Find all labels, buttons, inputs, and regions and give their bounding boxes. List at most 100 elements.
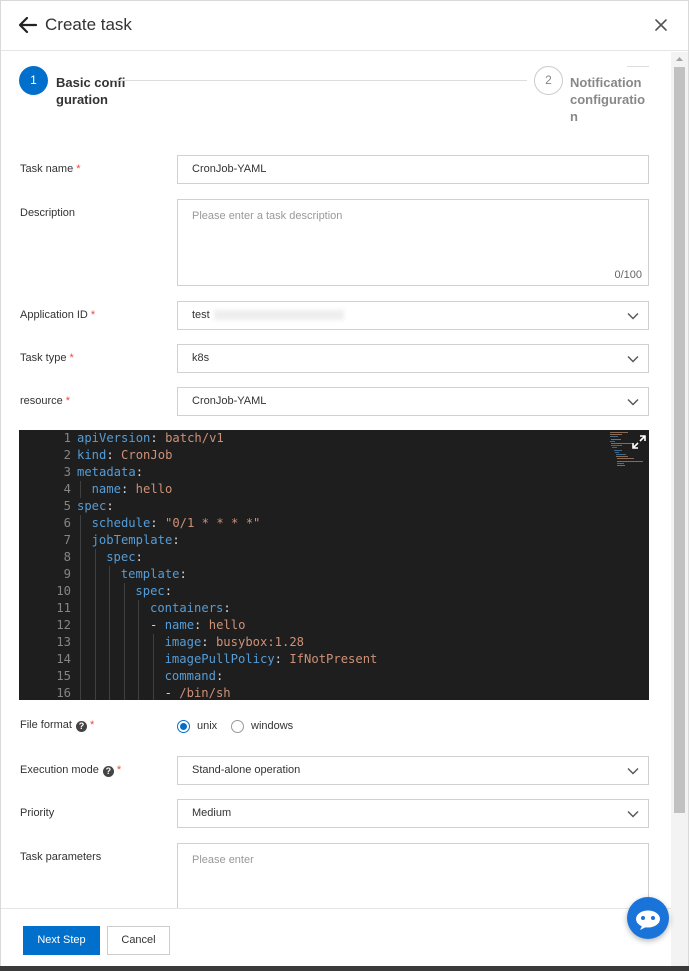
editor-line[interactable]: 5 spec: [19,498,599,515]
code-text: spec: [135,584,173,598]
chevron-down-icon [627,313,639,320]
task-parameters-label: Task parameters [20,851,102,863]
indent-guide [80,668,81,685]
help-icon[interactable]: ? [102,766,114,777]
resource-select[interactable]: CronJob-YAML [177,387,649,416]
radio-unix[interactable] [177,720,190,733]
step-connector-tail [627,66,649,67]
step-2-label: Notification configuration [570,75,646,124]
chat-bot-icon [636,910,660,930]
application-id-label: Application ID * [20,309,96,321]
task-name-input[interactable]: CronJob-YAML [177,155,649,184]
radio-windows-label[interactable]: windows [251,720,293,733]
code-text: containers: [150,601,231,615]
editor-line[interactable]: 11 containers: [19,600,599,617]
editor-line[interactable]: 10 spec: [19,583,599,600]
editor-minimap[interactable] [604,430,649,700]
editor-line[interactable]: 6 schedule: "0/1 * * * *" [19,515,599,532]
minimap-line [616,454,626,455]
editor-line[interactable]: 9 template: [19,566,599,583]
code-text: kind: CronJob [77,448,173,462]
code-text: spec: [77,499,114,513]
task-type-select[interactable]: k8s [177,344,649,373]
line-number: 10 [56,584,71,598]
editor-line[interactable]: 3 metadata: [19,464,599,481]
execution-mode-select[interactable]: Stand-alone operation [177,756,649,785]
radio-unix-label[interactable]: unix [197,720,217,733]
fullscreen-expand-icon[interactable] [631,434,647,450]
indent-guide [138,600,140,617]
indent-guide [80,617,81,634]
editor-line[interactable]: 8 spec: [19,549,599,566]
priority-select[interactable]: Medium [177,799,649,828]
yaml-code-editor[interactable]: 1 apiVersion: batch/v1 2 kind: CronJob 3 meta… [19,430,649,700]
editor-line[interactable]: 12 - name: hello [19,617,599,634]
indent-guide [80,583,81,600]
line-number: 3 [63,465,71,479]
cancel-button[interactable]: Cancel [107,926,170,955]
indent-guide [109,617,111,634]
indent-guide [80,515,81,532]
minimap-line [613,449,622,451]
chat-assistant-button[interactable] [627,897,669,939]
editor-line[interactable]: 4 name: hello [19,481,599,498]
description-char-counter: 0/100 [614,269,642,281]
scroll-up-arrow-icon[interactable] [671,52,688,66]
minimap-line [617,462,625,464]
dialog-title: Create task [45,15,132,34]
chevron-down-icon [627,768,639,775]
description-placeholder: Please enter a task description [192,210,343,222]
minimap-line [617,460,644,462]
line-number: 4 [63,482,71,496]
editor-line[interactable]: 16 - /bin/sh [19,685,599,700]
indent-guide [138,634,140,651]
editor-line[interactable]: 2 kind: CronJob [19,447,599,464]
chevron-down-icon [627,399,639,406]
resource-label: resource * [20,395,71,407]
task-parameters-placeholder: Please enter [192,854,254,866]
indent-guide [80,634,81,651]
code-text: - name: hello [150,618,246,632]
scrollbar-thumb[interactable] [674,67,685,813]
next-step-button[interactable]: Next Step [23,926,100,955]
indent-guide [94,549,96,566]
help-icon[interactable]: ? [75,721,87,732]
task-parameters-textarea[interactable]: Please enter [177,843,649,913]
indent-guide [80,566,81,583]
indent-guide [109,651,111,668]
line-number: 9 [63,567,71,581]
step-2-indicator: 2 [534,66,563,95]
minimap-line [610,432,628,433]
radio-windows[interactable] [231,720,244,733]
application-id-select[interactable]: test [177,301,649,330]
editor-line[interactable]: 13 image: busybox:1.28 [19,634,599,651]
minimap-line [610,436,619,438]
indent-guide [123,651,125,668]
minimap-line [617,465,626,466]
indent-guide [153,668,154,685]
indent-guide [123,668,125,685]
line-number: 13 [56,635,71,649]
code-text: imagePullPolicy: IfNotPresent [164,652,378,666]
line-number: 5 [63,499,71,513]
execution-mode-label: Execution mode? * [20,764,122,777]
indent-guide [94,600,96,617]
description-textarea[interactable]: Please enter a task description 0/100 [177,199,649,286]
close-icon[interactable] [653,17,669,33]
code-text: image: busybox:1.28 [164,635,305,649]
editor-line[interactable]: 1 apiVersion: batch/v1 [19,430,599,447]
indent-guide [94,634,96,651]
minimap-line [614,451,620,453]
minimap-line [612,447,617,449]
editor-line[interactable]: 15 command: [19,668,599,685]
minimap-line [611,443,632,444]
editor-line[interactable]: 14 imagePullPolicy: IfNotPresent [19,651,599,668]
arrow-left-icon[interactable] [18,15,38,35]
code-text: - /bin/sh [164,686,231,700]
code-text: name: hello [91,482,173,496]
indent-guide [153,651,154,668]
indent-guide [153,634,154,651]
vertical-scrollbar[interactable] [671,52,688,970]
editor-line[interactable]: 7 jobTemplate: [19,532,599,549]
indent-guide [123,583,125,600]
